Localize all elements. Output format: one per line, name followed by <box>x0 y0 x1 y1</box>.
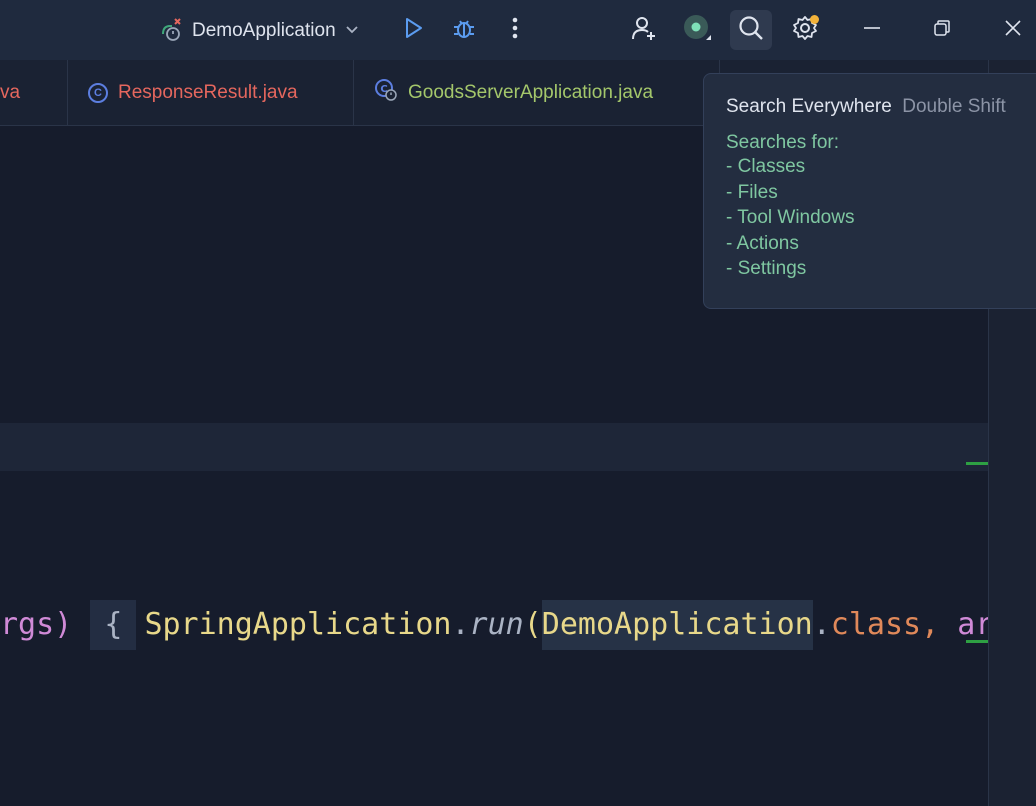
code-line-main[interactable]: rgs) { SpringApplication.run(DemoApplica… <box>0 600 988 650</box>
current-line-highlight <box>0 423 988 471</box>
class-icon: C <box>88 83 108 103</box>
token-class-highlighted: DemoApplication <box>541 600 813 650</box>
tooltip-item: - Tool Windows <box>726 207 855 229</box>
run-button[interactable] <box>392 10 434 50</box>
restore-button[interactable] <box>921 10 963 50</box>
token-method: run <box>469 607 524 642</box>
debug-icon <box>451 15 477 46</box>
tooltip-subtitle: Searches for: <box>726 132 839 153</box>
minimize-button[interactable] <box>851 10 893 50</box>
run-config-label: DemoApplication <box>192 20 336 41</box>
minimize-icon <box>863 19 881 42</box>
close-icon <box>1004 19 1022 42</box>
token-dot: . <box>812 607 831 642</box>
tab-label: va <box>0 82 21 103</box>
tooltip-title: Search Everywhere <box>726 96 892 117</box>
tooltip-item: - Classes <box>726 156 806 177</box>
ai-assistant-button[interactable] <box>676 10 718 50</box>
settings-button[interactable] <box>784 10 826 50</box>
tab-label: ResponseResult.java <box>118 82 298 103</box>
more-icon <box>511 16 519 45</box>
update-badge <box>810 15 819 24</box>
tab-response-result[interactable]: C ResponseResult.java <box>68 60 354 126</box>
tooltip-item: - Settings <box>726 258 807 280</box>
tooltip-shortcut: Double Shift <box>902 96 1006 117</box>
tab-partial[interactable]: va <box>0 60 68 126</box>
token-paren: ( <box>523 607 542 642</box>
token-param: rgs) <box>0 607 73 642</box>
debug-button[interactable] <box>443 10 485 50</box>
search-everywhere-tooltip: Search Everywhere Double Shift Searches … <box>703 73 1036 309</box>
token-keyword: class <box>830 607 922 642</box>
token-class: SpringApplication <box>144 607 452 642</box>
ai-assistant-icon <box>681 12 713 49</box>
run-configuration-selector[interactable]: DemoApplication <box>158 14 360 48</box>
tooltip-item: - Actions <box>726 232 799 254</box>
close-button[interactable] <box>992 10 1034 50</box>
token-arg: arg <box>957 607 988 642</box>
restore-icon <box>933 19 951 42</box>
token-comma: , <box>921 607 958 642</box>
tooltip-item: - Files <box>726 181 778 203</box>
chevron-down-icon <box>344 21 360 42</box>
title-bar: DemoApplication <box>0 0 1036 60</box>
run-icon <box>401 16 425 45</box>
search-icon <box>737 14 765 47</box>
more-actions-button[interactable] <box>494 10 536 50</box>
spring-boot-class-icon: C <box>374 78 398 108</box>
run-config-icon <box>158 16 184 47</box>
add-user-icon <box>630 14 658 47</box>
tab-goods-server-application[interactable]: C GoodsServerApplication.java <box>354 60 720 126</box>
code-with-me-button[interactable] <box>623 10 665 50</box>
change-marker <box>966 462 988 465</box>
token-dot: . <box>451 607 470 642</box>
search-everywhere-button[interactable] <box>730 10 772 50</box>
token-folded-brace[interactable]: { <box>90 600 137 650</box>
tab-label: GoodsServerApplication.java <box>408 82 654 103</box>
